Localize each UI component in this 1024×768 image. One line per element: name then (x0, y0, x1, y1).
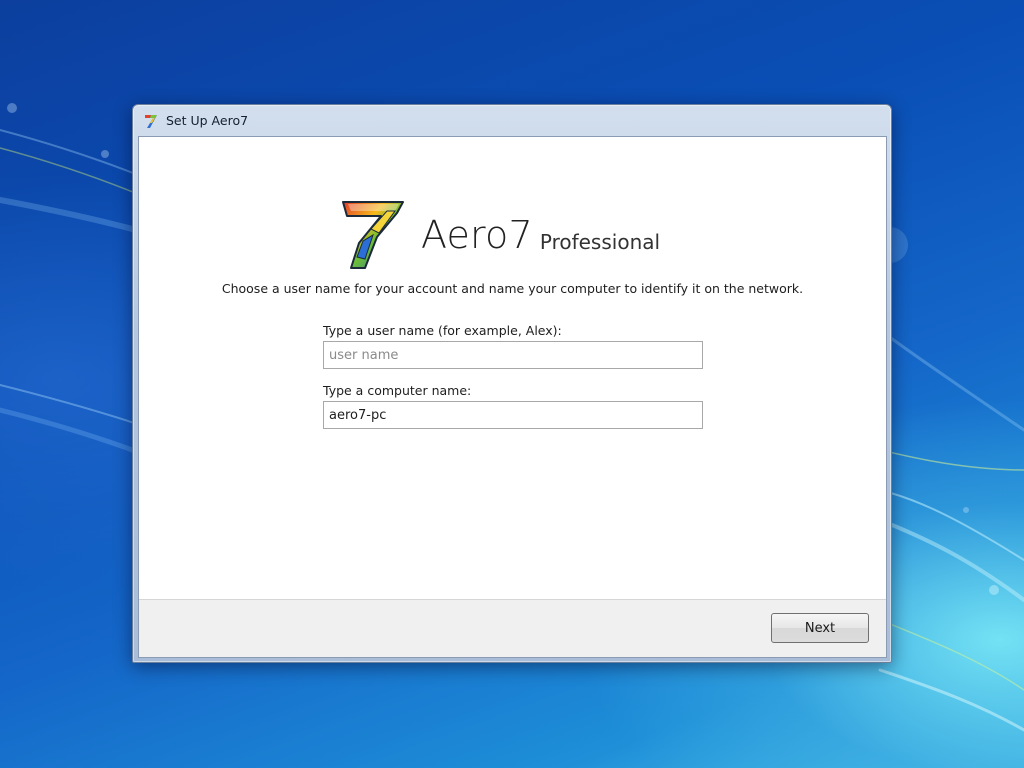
next-button[interactable]: Next (771, 613, 869, 643)
computer-name-label: Type a computer name: (323, 383, 472, 398)
setup-window: Set Up Aero7 Aero7 Professional Choose a… (132, 104, 892, 663)
window-title: Set Up Aero7 (166, 113, 249, 128)
aero7-seven-logo-icon (341, 201, 404, 269)
product-edition: Professional (539, 229, 661, 254)
setup-content: Aero7 Professional Choose a user name fo… (138, 136, 887, 658)
product-name: Aero7 (420, 213, 533, 257)
title-bar[interactable]: Set Up Aero7 (133, 105, 891, 136)
product-header: Aero7 Professional (139, 199, 886, 271)
instruction-text: Choose a user name for your account and … (221, 281, 804, 296)
computer-name-input[interactable] (323, 401, 703, 429)
button-bar: Next (139, 599, 886, 657)
aero7-logo-icon (145, 114, 157, 128)
username-input[interactable] (323, 341, 703, 369)
username-label: Type a user name (for example, Alex): (323, 323, 562, 338)
